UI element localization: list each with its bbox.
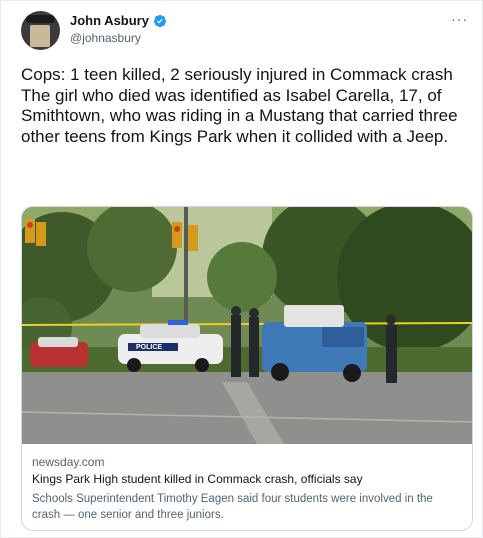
more-options-icon[interactable]: ··· — [451, 11, 468, 27]
link-card[interactable]: POLICE newsday.com Kings Park High stude… — [21, 206, 473, 531]
avatar-figure — [30, 25, 50, 47]
user-handle[interactable]: @johnasbury — [70, 31, 141, 45]
tweet-headline: Cops: 1 teen killed, 2 seriously injured… — [21, 65, 453, 84]
tweet-container: John Asbury @johnasbury ··· Cops: 1 teen… — [0, 0, 483, 538]
crash-scene-photo[interactable]: POLICE — [22, 207, 473, 444]
display-name[interactable]: John Asbury — [70, 13, 149, 28]
verified-badge-icon — [153, 14, 167, 27]
avatar-hat — [26, 15, 55, 23]
tweet-body: The girl who died was identified as Isab… — [21, 85, 458, 146]
link-title[interactable]: Kings Park High student killed in Commac… — [32, 472, 462, 486]
link-description: Schools Superintendent Timothy Eagen sai… — [32, 493, 433, 521]
tweet-header: John Asbury @johnasbury ··· — [21, 11, 468, 53]
tweet-text: Cops: 1 teen killed, 2 seriously injured… — [21, 65, 473, 147]
link-card-meta: newsday.com Kings Park High student kill… — [32, 455, 462, 523]
name-row: John Asbury — [70, 13, 167, 28]
avatar[interactable] — [21, 11, 60, 50]
link-domain: newsday.com — [32, 455, 105, 469]
police-car-label: POLICE — [136, 344, 162, 351]
